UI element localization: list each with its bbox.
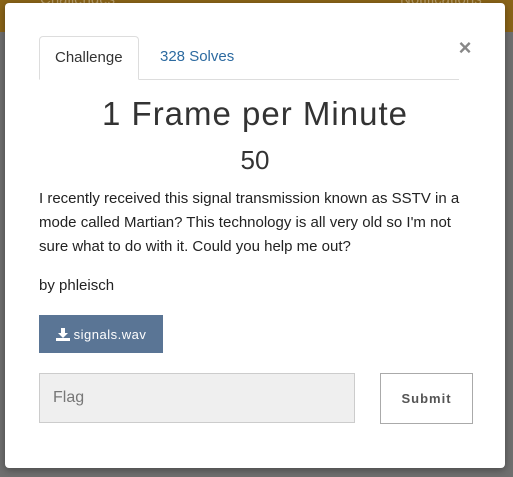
tab-challenge[interactable]: Challenge xyxy=(39,36,139,80)
tab-solves[interactable]: 328 Solves xyxy=(145,36,249,78)
close-icon[interactable]: × xyxy=(456,37,474,59)
challenge-points: 50 xyxy=(240,145,270,175)
challenge-author: by phleisch xyxy=(39,277,115,294)
modal-tabs: Challenge 328 Solves xyxy=(39,36,459,80)
challenge-description: I recently received this signal transmis… xyxy=(39,190,460,255)
download-icon xyxy=(55,327,70,341)
flag-input[interactable] xyxy=(39,373,355,423)
download-file-button[interactable]: signals.wav xyxy=(39,315,163,353)
challenge-title: 1 Frame per Minute xyxy=(102,95,408,132)
submit-button[interactable]: Submit xyxy=(380,373,473,424)
download-file-label: signals.wav xyxy=(73,326,147,342)
challenge-modal: Challenge 328 Solves × 1 Frame per Minut… xyxy=(5,3,505,468)
